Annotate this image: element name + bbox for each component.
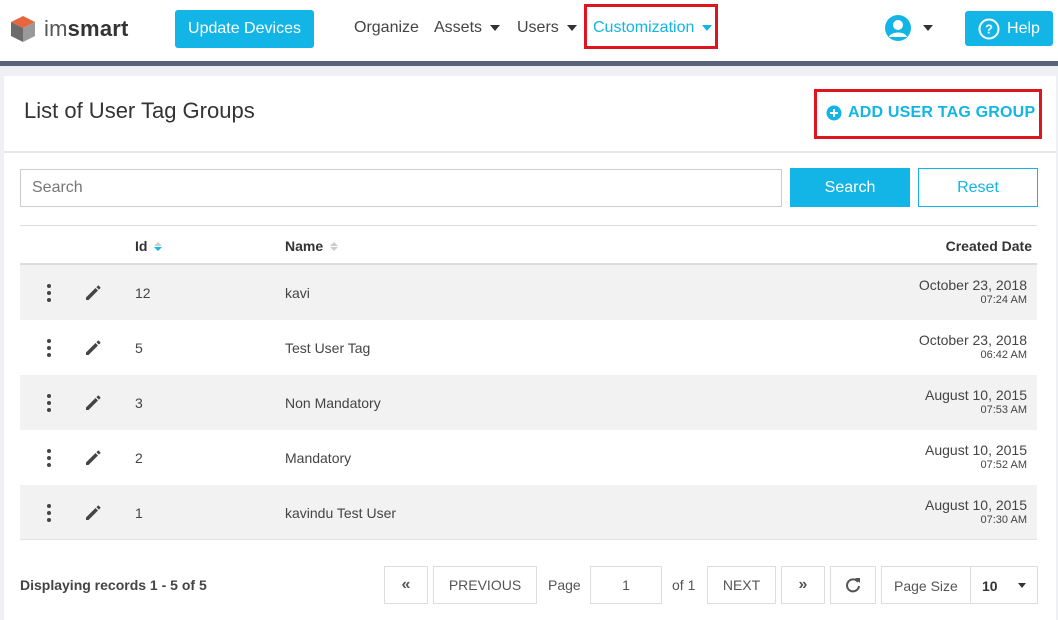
page-size-value: 10 xyxy=(982,578,998,594)
nav-organize[interactable]: Organize xyxy=(354,19,419,37)
cell-name: Mandatory xyxy=(285,450,352,466)
table-row: 12 kavi October 23, 2018 07:24 AM xyxy=(20,265,1037,320)
nav-users[interactable]: Users xyxy=(517,19,577,37)
cell-id: 5 xyxy=(135,340,143,356)
sort-icon xyxy=(330,241,339,251)
user-avatar-icon[interactable] xyxy=(884,14,912,42)
column-header-created-date[interactable]: Created Date xyxy=(946,238,1032,254)
cell-id: 3 xyxy=(135,395,143,411)
next-page-button[interactable]: NEXT xyxy=(707,566,776,604)
double-chevron-left-icon: « xyxy=(401,576,411,593)
page-size-divider xyxy=(970,567,971,603)
column-header-id[interactable]: Id xyxy=(135,238,163,254)
search-button[interactable]: Search xyxy=(790,168,910,207)
cell-id: 2 xyxy=(135,450,143,466)
more-options-icon[interactable] xyxy=(45,284,53,302)
cell-created-date: August 10, 2015 07:52 AM xyxy=(925,442,1027,471)
cell-created-date: October 23, 2018 06:42 AM xyxy=(918,332,1027,361)
page-size-select[interactable]: Page Size 10 xyxy=(881,566,1038,604)
cell-created-date: August 10, 2015 07:30 AM xyxy=(925,497,1027,526)
chevron-down-icon xyxy=(490,25,501,31)
table-row: 5 Test User Tag October 23, 2018 06:42 AM xyxy=(20,320,1037,375)
cell-name: kavindu Test User xyxy=(285,505,397,521)
edit-pencil-icon[interactable] xyxy=(85,394,102,411)
more-options-icon[interactable] xyxy=(45,449,53,467)
help-icon: ? xyxy=(978,18,1000,39)
page-number-input[interactable]: 1 xyxy=(590,566,662,604)
highlight-box-customization xyxy=(584,4,718,49)
nav-assets[interactable]: Assets xyxy=(434,19,501,37)
edit-pencil-icon[interactable] xyxy=(85,449,102,466)
table-row: 1 kavindu Test User August 10, 2015 07:30… xyxy=(20,485,1037,540)
chevron-down-icon xyxy=(566,25,577,31)
first-page-button[interactable]: « xyxy=(384,566,428,604)
refresh-icon xyxy=(846,578,860,593)
refresh-button[interactable] xyxy=(830,566,876,604)
logo-text: imsmart xyxy=(44,16,129,41)
app-logo[interactable]: imsmart xyxy=(8,14,129,44)
more-options-icon[interactable] xyxy=(45,394,53,412)
page-label: Page xyxy=(548,577,581,593)
table-bottom-border xyxy=(20,539,1037,540)
page-size-label: Page Size xyxy=(894,578,958,594)
records-summary: Displaying records 1 - 5 of 5 xyxy=(20,577,207,593)
cell-id: 1 xyxy=(135,505,143,521)
cell-created-date: October 23, 2018 07:24 AM xyxy=(918,277,1027,306)
top-navbar: imsmart Update Devices Organize Assets U… xyxy=(0,0,1058,61)
table-row: 3 Non Mandatory August 10, 2015 07:53 AM xyxy=(20,375,1037,430)
cell-name: kavi xyxy=(285,285,310,301)
search-input[interactable] xyxy=(20,169,782,207)
page-title: List of User Tag Groups xyxy=(24,98,255,123)
update-devices-button[interactable]: Update Devices xyxy=(175,10,314,48)
svg-text:?: ? xyxy=(985,21,993,36)
sort-icon xyxy=(154,241,163,251)
more-options-icon[interactable] xyxy=(45,339,53,357)
chevron-down-icon xyxy=(1018,583,1026,588)
column-header-name[interactable]: Name xyxy=(285,238,339,254)
highlight-box-add-button xyxy=(814,89,1042,139)
page-count-label: of 1 xyxy=(672,577,696,593)
help-label: Help xyxy=(1007,19,1040,37)
cell-created-date: August 10, 2015 07:53 AM xyxy=(925,387,1027,416)
imsmart-logo-icon xyxy=(11,16,35,42)
user-menu-chevron-icon[interactable] xyxy=(923,25,933,31)
header-divider xyxy=(4,151,1056,153)
last-page-button[interactable]: » xyxy=(781,566,825,604)
table-header: Id Name Created Date xyxy=(20,225,1037,265)
cell-id: 12 xyxy=(135,285,151,301)
cell-name: Non Mandatory xyxy=(285,395,381,411)
cell-name: Test User Tag xyxy=(285,340,371,356)
reset-button[interactable]: Reset xyxy=(918,168,1038,207)
previous-page-button[interactable]: PREVIOUS xyxy=(433,566,537,604)
edit-pencil-icon[interactable] xyxy=(85,504,102,521)
help-button[interactable]: ? Help xyxy=(965,11,1053,46)
edit-pencil-icon[interactable] xyxy=(85,339,102,356)
double-chevron-right-icon: » xyxy=(798,576,808,593)
table-row: 2 Mandatory August 10, 2015 07:52 AM xyxy=(20,430,1037,485)
edit-pencil-icon[interactable] xyxy=(85,284,102,301)
more-options-icon[interactable] xyxy=(45,504,53,522)
